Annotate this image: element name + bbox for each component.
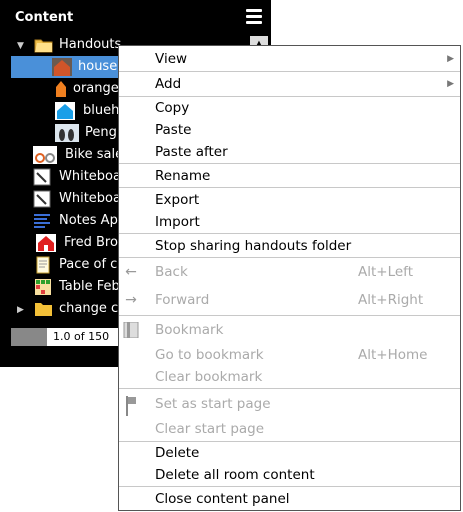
penguin-image-icon [55,124,79,142]
menu-item-paste[interactable]: Paste [119,119,460,141]
menu-item-rename[interactable]: Rename [119,165,460,187]
menu-separator [119,187,460,188]
menu-item-copy[interactable]: Copy [119,97,460,119]
tree-item-fred[interactable]: Fred Bro [0,232,121,254]
tree-item-whiteboard-1[interactable]: Whiteboa [0,166,121,188]
menu-separator [119,388,460,389]
menu-item-set-start-page[interactable]: Set as start page [119,393,460,416]
tree-item-change[interactable]: ▶ change c [0,298,121,320]
menu-item-forward[interactable]: → Forward Alt+Right [119,289,460,311]
menu-item-clear-start-page[interactable]: Clear start page [119,418,460,440]
menu-item-export[interactable]: Export [119,189,460,211]
folder-icon [34,300,52,318]
menu-separator [119,486,460,487]
blue-house-image-icon [55,102,75,120]
menu-separator [119,315,460,316]
bookmark-icon [123,321,139,339]
menu-separator [119,257,460,258]
tree-item-peng[interactable]: Peng [0,122,121,144]
menu-separator [119,71,460,72]
tree-item-blueh[interactable]: blueh [0,100,121,122]
context-menu: View ▶ Add ▶ Copy Paste Paste after Rename… [118,45,461,511]
forward-arrow-icon: → [125,292,137,308]
menu-item-view[interactable]: View ▶ [119,48,460,70]
tree-item-table[interactable]: Table Feb [0,276,121,298]
menu-item-delete[interactable]: Delete [119,442,460,464]
tree-item-orange[interactable]: orange [0,78,121,100]
flag-icon [123,396,139,416]
tree-item-house[interactable]: house [11,56,121,78]
menu-item-import[interactable]: Import [119,211,460,233]
hamburger-menu-icon[interactable] [246,9,262,27]
tree-item-notes[interactable]: Notes Ap [0,210,121,232]
menu-item-bookmark[interactable]: Bookmark [119,319,460,341]
tree-item-pace[interactable]: Pace of c [0,254,121,276]
table-icon [34,278,52,296]
notes-icon [33,212,51,230]
tree-item-bike-sale[interactable]: Bike sale [0,144,123,166]
orange-image-icon [52,80,70,98]
menu-item-close-panel[interactable]: Close content panel [119,488,460,510]
chevron-right-icon: ▶ [447,79,454,89]
panel-title: Content [15,10,74,25]
document-icon [34,256,52,274]
menu-item-delete-all[interactable]: Delete all room content [119,464,460,486]
house-image-icon [52,58,72,76]
menu-separator [119,163,460,164]
chevron-right-icon[interactable]: ▶ [17,299,24,321]
tree-item-whiteboard-2[interactable]: Whiteboa [0,188,121,210]
menu-separator [119,233,460,234]
menu-item-paste-after[interactable]: Paste after [119,141,460,163]
menu-item-back[interactable]: ← Back Alt+Left [119,261,460,283]
fred-image-icon [36,234,56,252]
menu-item-stop-sharing[interactable]: Stop sharing handouts folder [119,235,460,257]
storage-status-bar: 1.0 of 150 M [11,328,121,361]
menu-item-clear-bookmark[interactable]: Clear bookmark [119,366,460,388]
folder-icon [34,36,53,54]
chevron-right-icon: ▶ [447,54,454,64]
chevron-down-icon[interactable]: ▼ [17,35,24,57]
storage-status-text: 1.0 of 150 M [53,330,110,361]
whiteboard-icon [33,190,51,208]
storage-usage-fill [11,328,47,346]
back-arrow-icon: ← [125,264,137,280]
menu-item-go-to-bookmark[interactable]: Go to bookmark Alt+Home [119,344,460,366]
bike-sale-image-icon [33,146,57,164]
whiteboard-icon [33,168,51,186]
menu-item-add[interactable]: Add ▶ [119,73,460,95]
